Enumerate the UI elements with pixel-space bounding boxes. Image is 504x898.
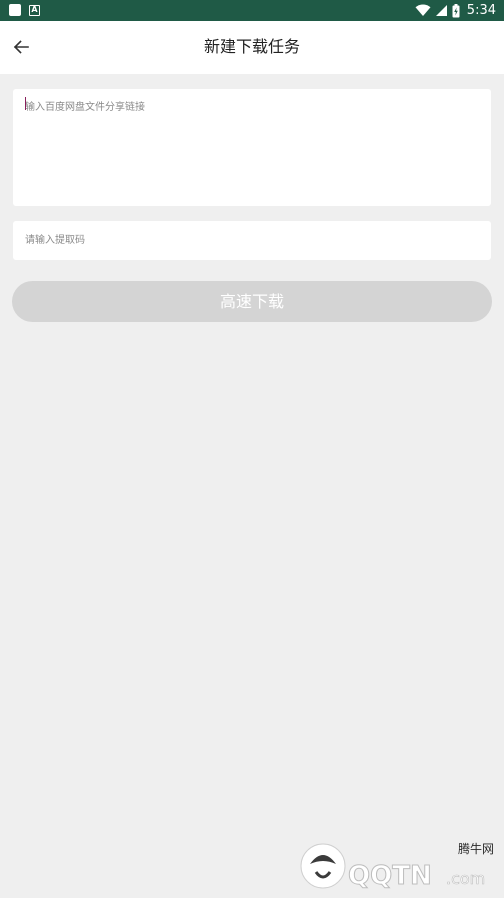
watermark-site-name: 腾牛网	[457, 842, 494, 856]
high-speed-download-button[interactable]: 高速下载	[12, 281, 492, 322]
share-link-input[interactable]	[13, 89, 491, 206]
watermark: QQTN .com 腾牛网	[296, 838, 502, 894]
svg-text:.com: .com	[446, 869, 485, 888]
share-link-field[interactable]	[13, 89, 491, 206]
battery-icon	[452, 3, 460, 17]
square-notification-icon	[9, 4, 21, 16]
signal-icon	[435, 5, 447, 16]
status-bar: A 5:34	[0, 0, 504, 21]
extract-code-input[interactable]	[13, 221, 491, 260]
extract-code-field[interactable]	[13, 221, 491, 260]
text-cursor	[25, 97, 26, 110]
a-notification-icon: A	[29, 4, 40, 16]
top-app-bar: 新建下载任务	[0, 21, 504, 74]
status-time: 5:34	[466, 3, 496, 18]
svg-text:QQTN: QQTN	[348, 861, 432, 891]
wifi-icon	[415, 4, 431, 16]
page-title: 新建下载任务	[203, 37, 300, 56]
